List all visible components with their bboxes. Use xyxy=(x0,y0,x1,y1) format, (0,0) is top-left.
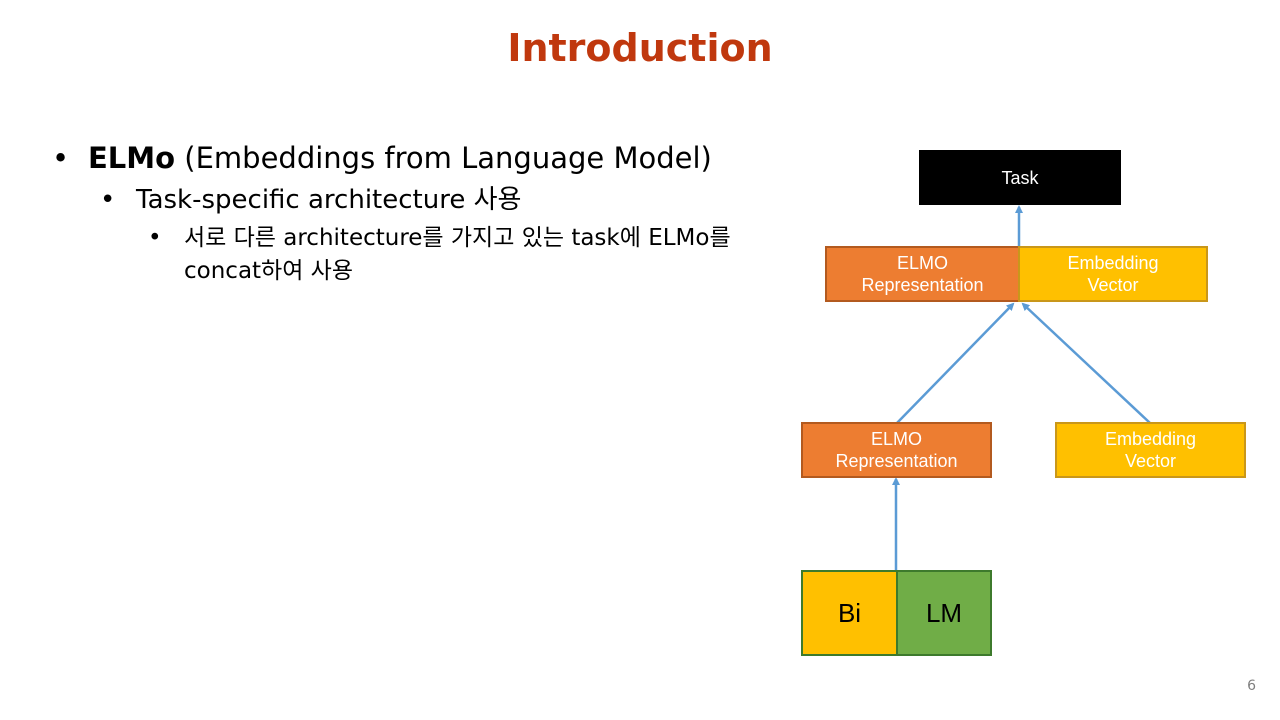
task-box: Task xyxy=(919,150,1121,205)
mid-elmo-line2: Representation xyxy=(835,451,958,471)
diagram-arrows xyxy=(892,205,1151,571)
lm-label: LM xyxy=(925,598,963,628)
top-embedding-vector-box: Embedding Vector xyxy=(1018,246,1208,302)
top-elmo-line2: Representation xyxy=(861,275,984,295)
bullet-level2: Task-specific architecture 사용 xyxy=(98,178,750,222)
bullet-level3: 서로 다른 architecture를 가지고 있는 task에 ELMo를 c… xyxy=(146,222,744,288)
elmo-bold-term: ELMo xyxy=(88,141,176,175)
mid-elmo-representation-box: ELMO Representation xyxy=(801,422,992,478)
page-number: 6 xyxy=(1247,678,1256,694)
slide-title: Introduction xyxy=(507,26,773,70)
bi-box: Bi xyxy=(801,570,898,656)
elmo-expansion: (Embeddings from Language Model) xyxy=(175,141,712,175)
task-label: Task xyxy=(1001,167,1039,188)
arrow-mid-elmo-to-top xyxy=(896,302,1015,424)
bullet-list: ELMo (Embeddings from Language Model) Ta… xyxy=(50,138,750,288)
top-emb-line2: Vector xyxy=(1087,275,1139,295)
top-elmo-line1: ELMO xyxy=(896,253,948,273)
mid-emb-line2: Vector xyxy=(1124,451,1176,471)
top-elmo-representation-box: ELMO Representation xyxy=(825,246,1020,302)
top-emb-line1: Embedding xyxy=(1067,253,1159,273)
mid-elmo-line1: ELMO xyxy=(870,429,922,449)
bullet-level1: ELMo (Embeddings from Language Model) xyxy=(50,138,750,178)
arrow-mid-emb-to-top xyxy=(1021,302,1151,424)
lm-box: LM xyxy=(896,570,992,656)
bi-label: Bi xyxy=(837,598,862,628)
mid-embedding-vector-box: Embedding Vector xyxy=(1055,422,1246,478)
mid-emb-line1: Embedding xyxy=(1104,429,1197,449)
